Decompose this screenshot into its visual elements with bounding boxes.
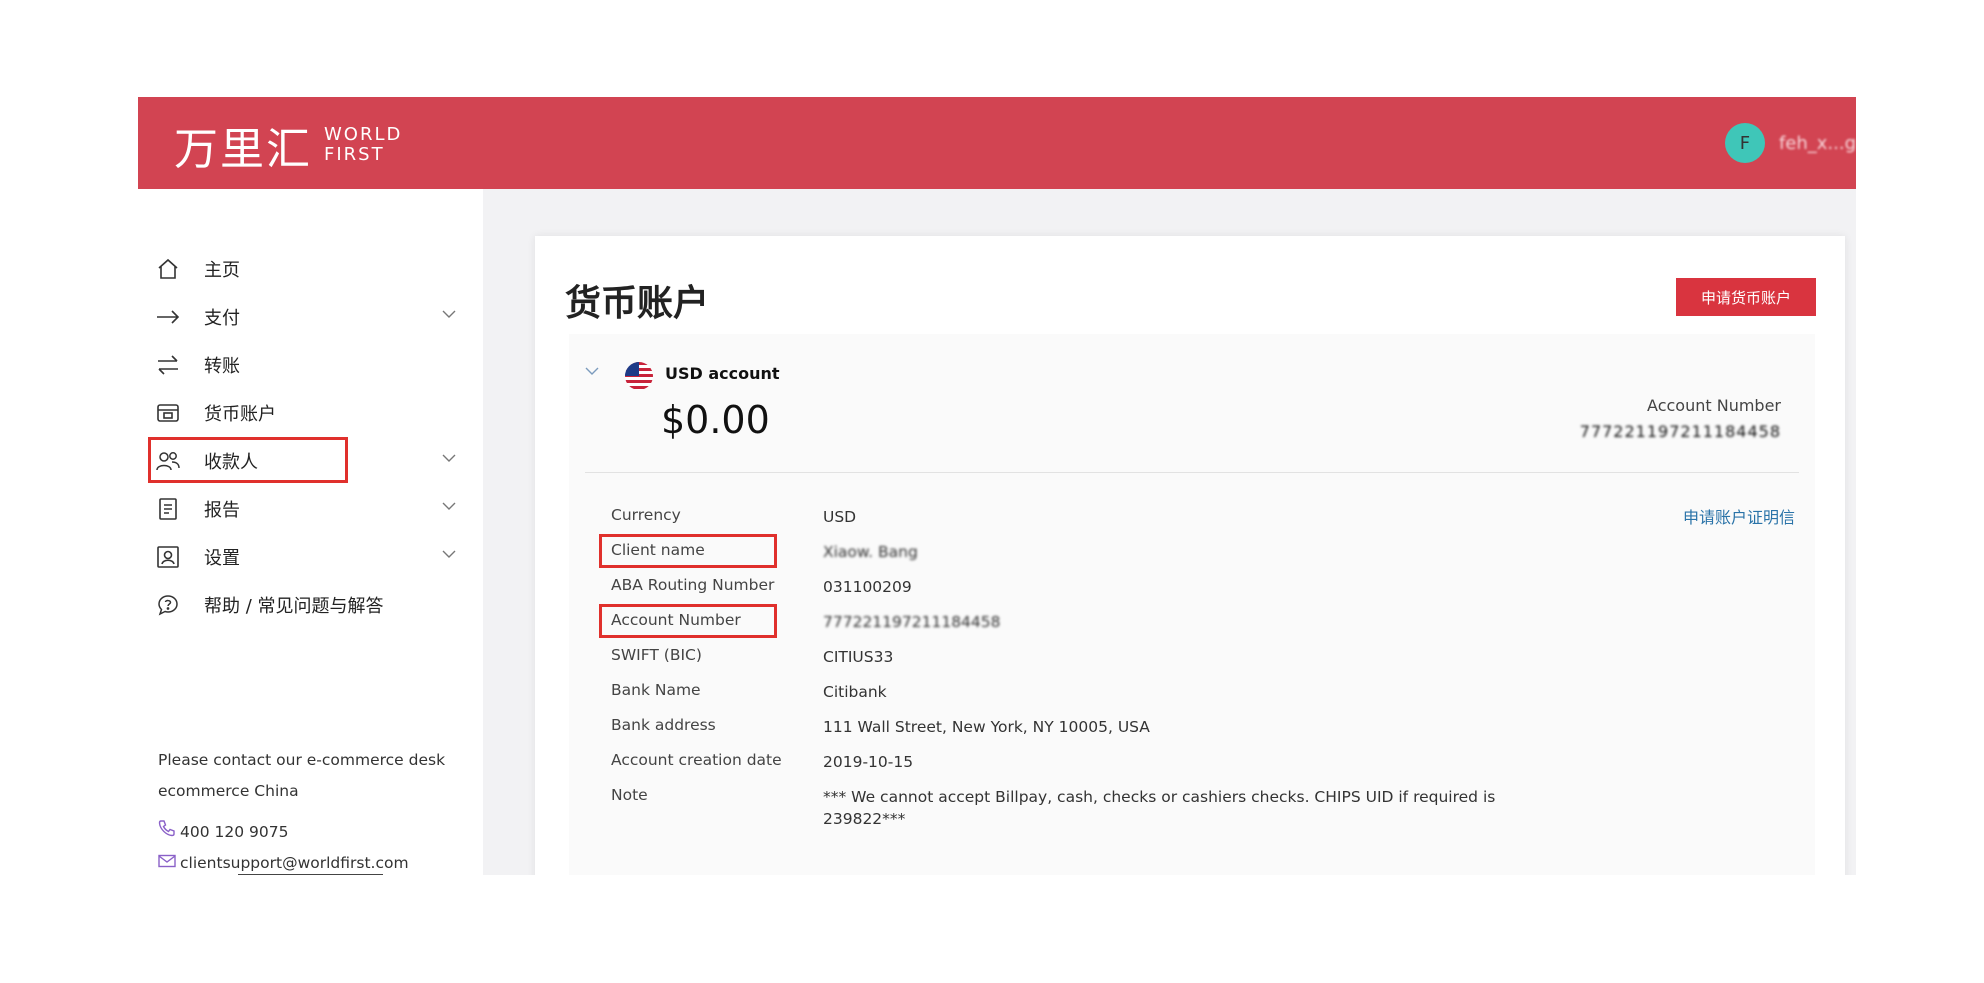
detail-value: USD	[823, 508, 857, 526]
sidebar-item-currency-accounts[interactable]: 货币账户	[154, 395, 474, 431]
account-balance: $0.00	[661, 398, 770, 442]
usd-account-panel: USD account $0.00 Account Number 7772211…	[569, 334, 1815, 875]
main-card: 货币账户 申请货币账户 USD account $0.00 Account Nu…	[535, 236, 1845, 875]
us-flag-icon	[625, 362, 653, 390]
phone-icon	[158, 817, 180, 848]
sidebar-item-reports[interactable]: 报告	[154, 491, 474, 527]
contact-phone[interactable]: 400 120 9075	[158, 817, 445, 848]
highlight-box-currency-accounts	[148, 437, 348, 483]
sidebar-item-label: 货币账户	[204, 404, 276, 425]
chevron-down-icon[interactable]	[442, 499, 456, 515]
contact-info: Please contact our e-commerce desk ecomm…	[158, 745, 445, 875]
detail-label: Note	[611, 786, 648, 804]
sidebar-item-label: 主页	[204, 260, 240, 281]
sidebar-item-transfer[interactable]: 转账	[154, 347, 474, 383]
wallet-icon	[154, 399, 182, 427]
mail-icon	[158, 848, 180, 875]
top-bar: 万里汇 WORLD FIRST F feh_x...g	[138, 97, 1856, 189]
contact-text-line1: Please contact our e-commerce desk	[158, 751, 446, 769]
help-icon	[154, 591, 182, 619]
detail-value: Xiaow. Bang	[823, 543, 918, 561]
detail-value: *** We cannot accept Billpay, cash, chec…	[823, 786, 1495, 830]
user-menu[interactable]: F feh_x...g	[1724, 123, 1856, 163]
sidebar-scroll-indicator	[238, 874, 383, 875]
logo-cn-text: 万里汇	[174, 124, 312, 175]
arrow-right-icon	[154, 303, 182, 331]
contact-email[interactable]: clientsupport@worldfirst.com	[158, 848, 445, 875]
username[interactable]: feh_x...g	[1779, 133, 1856, 154]
page-title: 货币账户	[565, 283, 710, 324]
report-icon	[154, 495, 182, 523]
detail-value: 031100209	[823, 578, 912, 596]
detail-label: ABA Routing Number	[611, 576, 775, 594]
divider	[585, 472, 1799, 473]
sidebar-item-settings[interactable]: 设置	[154, 539, 474, 575]
chevron-down-icon[interactable]	[442, 451, 456, 467]
sidebar: 主页 支付 转账 货币账户 收款人 报告 设置 帮助 / 常见问题与解答 Ple…	[138, 189, 483, 875]
sidebar-item-label: 帮助 / 常见问题与解答	[204, 596, 384, 617]
avatar[interactable]: F	[1724, 123, 1765, 163]
settings-icon	[154, 543, 182, 571]
account-number-value: 777221197211184458	[1579, 422, 1781, 441]
account-name: USD account	[665, 364, 780, 383]
logo-en-line2: FIRST	[324, 144, 385, 165]
logo-en-text: WORLD FIRST	[324, 125, 402, 165]
note-line2: 239822***	[823, 810, 906, 828]
detail-value: Citibank	[823, 683, 887, 701]
worldfirst-logo[interactable]: 万里汇 WORLD FIRST	[174, 113, 402, 177]
detail-label: Account creation date	[611, 751, 782, 769]
logo-en-line1: WORLD	[324, 124, 403, 145]
chevron-down-icon[interactable]	[442, 547, 456, 563]
phone-number: 400 120 9075	[180, 823, 289, 841]
sidebar-item-home[interactable]: 主页	[154, 251, 474, 287]
detail-value: 2019-10-15	[823, 753, 914, 771]
sidebar-item-label: 设置	[204, 548, 240, 569]
detail-value: CITIUS33	[823, 648, 894, 666]
app-window: 万里汇 WORLD FIRST F feh_x...g 主页 支付 转账 货币账…	[138, 97, 1856, 875]
note-line1: *** We cannot accept Billpay, cash, chec…	[823, 788, 1496, 806]
detail-label: SWIFT (BIC)	[611, 646, 702, 664]
detail-value: 111 Wall Street, New York, NY 10005, USA	[823, 718, 1150, 736]
sidebar-item-label: 报告	[204, 500, 240, 521]
detail-value: 777221197211184458	[823, 613, 1001, 631]
sidebar-item-payments[interactable]: 支付	[154, 299, 474, 335]
sidebar-item-label: 转账	[204, 356, 240, 377]
contact-text-line2: ecommerce China	[158, 782, 299, 800]
sidebar-item-label: 支付	[204, 308, 240, 329]
collapse-chevron-icon[interactable]	[585, 364, 599, 380]
chevron-down-icon[interactable]	[442, 307, 456, 323]
detail-label: Bank Name	[611, 681, 701, 699]
detail-label: Account Number	[611, 611, 741, 629]
apply-currency-account-button[interactable]: 申请货币账户	[1676, 278, 1816, 316]
email-address: clientsupport@worldfirst.com	[180, 854, 409, 872]
home-icon	[154, 255, 182, 283]
sidebar-item-help[interactable]: 帮助 / 常见问题与解答	[154, 587, 474, 623]
detail-label: Client name	[611, 541, 705, 559]
transfer-icon	[154, 351, 182, 379]
detail-label: Currency	[611, 506, 681, 524]
account-number-label: Account Number	[1647, 396, 1781, 415]
account-proof-letter-link[interactable]: 申请账户证明信	[1683, 504, 1795, 528]
detail-label: Bank address	[611, 716, 716, 734]
